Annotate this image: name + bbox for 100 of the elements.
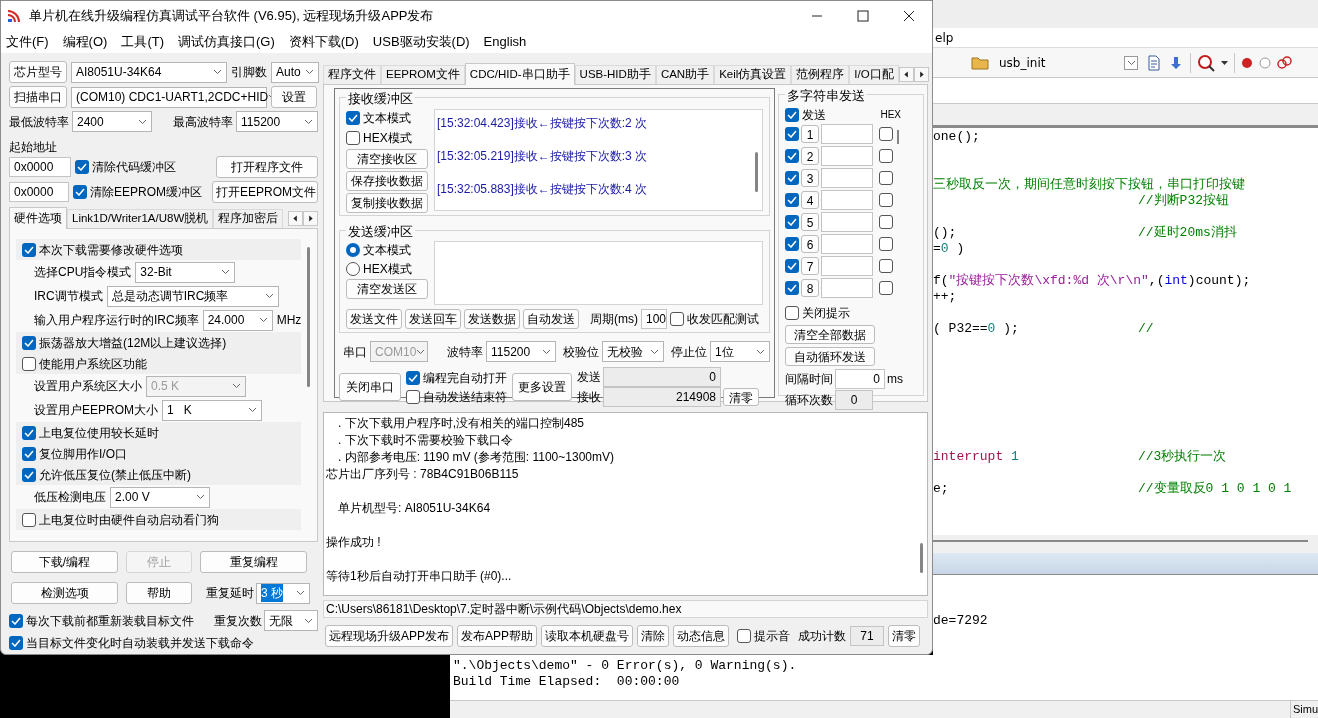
file-path-field[interactable]: C:\Users\86181\Desktop\7.定时器中断\示例代码\Objects\demo.hex — [323, 600, 928, 618]
auto-loop-button[interactable]: 自动循环发送 — [785, 346, 875, 366]
input-field[interactable]: 0x0000 — [9, 182, 69, 202]
hex-checkbox[interactable] — [879, 148, 893, 163]
hex-checkbox[interactable] — [879, 126, 893, 141]
dropdown[interactable]: 总是动态调节IRC频率 — [106, 285, 279, 307]
checkbox[interactable]: 每次下载前都重新装载目标文件 — [9, 611, 194, 630]
tab[interactable]: Keil仿真设置 — [714, 65, 792, 84]
tool-button[interactable]: 发布APP帮助 — [457, 625, 538, 647]
checkbox[interactable]: HEX模式 — [346, 128, 430, 147]
input-field[interactable]: 0x0000 — [9, 157, 71, 177]
tab[interactable]: CDC/HID-串口助手 — [464, 63, 575, 85]
string-field[interactable] — [821, 211, 873, 232]
action-button[interactable]: 帮助 — [126, 582, 192, 604]
checkbox[interactable]: 当目标文件变化时自动装载并发送下载命令 — [9, 634, 318, 652]
send-button[interactable]: 发送数据 — [464, 309, 520, 329]
dropdown[interactable]: 3 秒 — [256, 582, 310, 604]
clear-all-button[interactable]: 清空全部数据 — [785, 324, 875, 344]
checkbox[interactable] — [785, 192, 799, 207]
menu-item[interactable]: elp — [933, 28, 954, 47]
clear-send-button[interactable]: 清空发送区 — [346, 279, 428, 299]
receive-button[interactable]: 复制接收数据 — [346, 192, 428, 213]
send-string-button[interactable]: 4 — [801, 190, 819, 209]
send-button[interactable]: 自动发送 — [523, 309, 579, 329]
chip-model-button[interactable]: 芯片型号 — [9, 61, 67, 83]
hex-checkbox[interactable] — [879, 214, 893, 229]
send-string-button[interactable]: 3 — [801, 168, 819, 187]
action-button[interactable]: 重复编程 — [200, 551, 307, 573]
linked-circles-icon[interactable] — [1277, 55, 1293, 70]
caret-icon[interactable] — [1221, 60, 1228, 65]
string-field[interactable] — [821, 167, 873, 188]
dropdown[interactable]: 1 K — [162, 399, 262, 421]
send-string-button[interactable]: 1 — [801, 124, 819, 143]
checkbox[interactable]: 提示音 — [737, 627, 791, 645]
breakpoint-icon[interactable] — [1241, 56, 1253, 69]
document-icon[interactable] — [1146, 54, 1162, 71]
checkbox[interactable]: 清除代码缓冲区 — [75, 158, 176, 176]
scrollbar-thumb[interactable] — [919, 543, 923, 573]
checkbox[interactable]: 发送 — [785, 105, 826, 124]
counter-field[interactable]: 214908 — [603, 387, 721, 407]
hex-checkbox[interactable] — [879, 170, 893, 185]
checkbox[interactable] — [785, 258, 799, 273]
scan-port-button[interactable]: 扫描串口 — [9, 86, 67, 108]
hex-checkbox[interactable] — [879, 280, 893, 295]
menu-item[interactable]: 文件(F) — [6, 32, 49, 52]
hex-checkbox[interactable] — [879, 258, 893, 273]
receive-button[interactable]: 保存接收数据 — [346, 170, 428, 191]
tab[interactable]: Link1D/Writer1A/U8W脱机 — [67, 209, 214, 228]
tab[interactable]: EEPROM文件 — [381, 65, 465, 84]
checkbox[interactable]: 编程完自动打开 — [406, 368, 507, 387]
menu-item[interactable]: 编程(O) — [62, 32, 108, 52]
checkbox[interactable]: 关闭提示 — [785, 303, 919, 322]
log-text-area[interactable]: . 下次下载用户程序时,没有相关的端口控制485 . 下次下载时不需要校验下载口令 . 内部参考电压: 1190 mV (参考范围: 1100~1300mV) 芯片出厂序列号 : 78B4C91B06B115 单片机型号: AI8051U-34K64 操作成功 ! 等待1秒后自动打开串口助手 (#0)... — [323, 412, 928, 596]
loop-count-field[interactable]: 0 — [835, 389, 873, 410]
tab[interactable]: I/O口配 — [849, 65, 899, 84]
tool-button[interactable]: 远程现场升级APP发布 — [325, 625, 453, 647]
menu-item[interactable]: 工具(T) — [121, 32, 164, 52]
hex-checkbox[interactable] — [879, 236, 893, 251]
send-button[interactable]: 发送回车 — [405, 309, 461, 329]
send-string-button[interactable]: 8 — [801, 278, 819, 297]
dropdown[interactable]: 115200 — [486, 341, 556, 362]
action-button[interactable]: 下载/编程 — [11, 551, 118, 573]
input-field[interactable]: 0 — [835, 368, 885, 389]
action-button[interactable]: 检测选项 — [11, 582, 118, 604]
scroll-left-icon[interactable] — [288, 211, 303, 226]
dropdown[interactable]: 32-Bit — [135, 261, 236, 283]
send-string-button[interactable]: 7 — [801, 256, 819, 275]
tab[interactable]: 硬件选项 — [9, 207, 67, 229]
folder-icon[interactable] — [971, 55, 989, 70]
checkbox[interactable]: 自动发送结束符 — [406, 387, 507, 406]
tab[interactable]: 程序加密后 — [213, 209, 284, 228]
checkbox[interactable]: 文本模式 — [346, 108, 430, 127]
scrollbar-thumb[interactable] — [307, 247, 311, 387]
scroll-right-icon[interactable] — [303, 211, 318, 226]
tool-button[interactable]: 动态信息 — [673, 625, 730, 647]
checkbox[interactable] — [785, 170, 799, 185]
reset-button[interactable]: 清零 — [888, 625, 921, 647]
more-settings-button[interactable]: 更多设置 — [512, 373, 572, 401]
open-file-button[interactable]: 打开程序文件 — [216, 156, 318, 178]
dropdown[interactable]: 2.00 V — [110, 486, 210, 508]
dropdown[interactable]: 115200 — [236, 111, 318, 132]
send-button[interactable]: 发送文件 — [346, 309, 402, 329]
radio-button[interactable]: HEX模式 — [346, 260, 430, 278]
dropdown[interactable]: AI8051U-34K64 — [71, 61, 227, 83]
reset-button[interactable]: 清零 — [723, 388, 759, 406]
send-string-button[interactable]: 2 — [801, 146, 819, 165]
checkbox[interactable] — [785, 126, 799, 141]
settings-button[interactable]: 设置 — [271, 86, 317, 108]
string-field[interactable] — [821, 145, 873, 166]
string-field[interactable] — [821, 255, 873, 276]
dropdown[interactable]: Auto — [271, 61, 319, 83]
receive-text-area[interactable]: [15:32:04.423]接收←按键按下次数:2 次 [15:32:05.219]接收←按键按下次数:3 次 [15:32:05.883]接收←按键按下次数:4 次 — [434, 108, 763, 211]
menu-item[interactable]: 资料下载(D) — [288, 32, 359, 52]
checkbox[interactable] — [785, 280, 799, 295]
menu-item[interactable]: English — [483, 32, 527, 52]
tab[interactable]: CAN助手 — [655, 65, 715, 84]
string-field[interactable] — [821, 123, 873, 144]
checkbox[interactable]: 清除EEPROM缓冲区 — [73, 183, 202, 201]
menu-item[interactable]: 调试仿真接口(G) — [178, 32, 275, 52]
checkbox[interactable] — [785, 236, 799, 251]
